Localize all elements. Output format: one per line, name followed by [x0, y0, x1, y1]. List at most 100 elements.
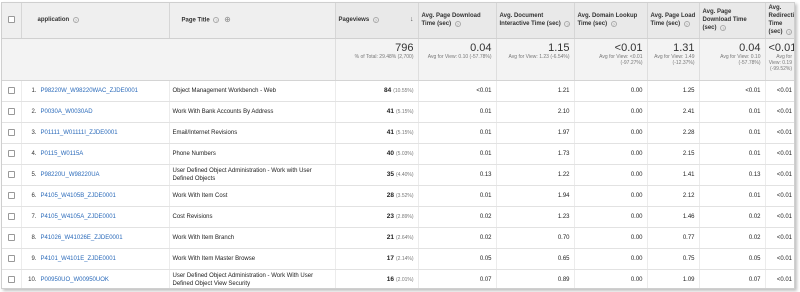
sort-descending-icon[interactable]: ↓	[410, 16, 414, 24]
application-link[interactable]: P01111_W01111I_ZJDE0001	[41, 130, 118, 136]
pageviews-value: 28	[386, 192, 394, 199]
avg-document-interactive-cell: 1.22	[496, 164, 575, 186]
pageviews-cell: 35 (4.40%)	[335, 164, 419, 186]
application-link[interactable]: P41026_W41026E_ZJDE0001	[41, 235, 123, 241]
column-application[interactable]: application ?	[21, 3, 170, 39]
avg-page-download-2-cell: 0.02	[699, 206, 766, 228]
application-link[interactable]: P00950UO_W00950UOK	[41, 277, 109, 283]
help-icon[interactable]: ?	[454, 20, 461, 27]
column-avg-redirection[interactable]: Avg. Redirection Time (sec) ?	[765, 3, 794, 39]
help-icon[interactable]: ?	[564, 20, 571, 27]
row-index: 9.	[31, 255, 37, 262]
avg-domain-lookup-cell: 0.00	[574, 122, 648, 144]
row-checkbox[interactable]	[7, 254, 15, 262]
pageviews-value: 41	[386, 108, 394, 115]
application-link[interactable]: P0030A_W0030AD	[41, 109, 93, 115]
row-select-cell	[2, 185, 22, 207]
row-checkbox[interactable]	[7, 233, 15, 241]
select-all-checkbox[interactable]	[7, 16, 15, 24]
avg-domain-lookup-cell: 0.00	[574, 248, 648, 270]
row-index: 3.	[31, 129, 37, 136]
total-avg-redirection: <0.01 Avg for View: 0.19 (-99.52%)	[765, 38, 794, 81]
pageviews-percent: (2.14%)	[395, 256, 414, 262]
total-value: 0.04	[470, 41, 492, 54]
table-row: 5. P98220U_W98220UA User Defined Object A…	[2, 164, 794, 186]
column-label: Avg. Document Interactive Time (sec)	[499, 13, 561, 28]
avg-page-load-cell: 1.09	[647, 269, 700, 288]
pageviews-cell: 17 (2.14%)	[335, 248, 419, 270]
row-index: 5.	[31, 171, 37, 178]
row-checkbox[interactable]	[7, 275, 15, 283]
column-avg-page-load[interactable]: Avg. Page Load Time (sec) ?	[647, 3, 700, 39]
total-value: 796	[395, 41, 414, 54]
help-icon[interactable]: ?	[213, 16, 220, 23]
avg-redirection-cell: <0.01	[765, 80, 794, 102]
avg-domain-lookup-cell: 0.00	[574, 164, 648, 186]
pageviews-value: 17	[386, 255, 394, 262]
row-index: 6.	[31, 192, 37, 199]
application-link[interactable]: P98220W_W98220WAC_ZJDE0001	[41, 88, 139, 94]
help-icon[interactable]: ?	[720, 24, 727, 31]
application-cell: 10. P00950UO_W00950UOK	[21, 269, 170, 288]
avg-document-interactive-cell: 0.89	[496, 269, 575, 288]
column-page-title[interactable]: Page Title ? ⊕	[169, 3, 336, 39]
column-avg-page-download[interactable]: Avg. Page Download Time (sec) ?	[418, 3, 497, 39]
application-link[interactable]: P4105_W4105A_ZJDE0001	[41, 214, 116, 220]
page-title-cell: User Defined Object Administration - Wor…	[169, 269, 336, 288]
avg-page-load-cell: 2.15	[647, 143, 700, 165]
pageviews-percent: (2.01%)	[395, 277, 414, 283]
avg-redirection-cell: <0.01	[765, 269, 794, 288]
avg-document-interactive-cell: 1.97	[496, 122, 575, 144]
avg-page-download-2-cell: 0.01	[699, 101, 766, 123]
avg-redirection-cell: <0.01	[765, 185, 794, 207]
avg-page-download-cell: <0.01	[418, 80, 497, 102]
row-checkbox[interactable]	[7, 212, 15, 220]
avg-document-interactive-cell: 1.73	[496, 143, 575, 165]
table-row: 7. P4105_W4105A_ZJDE0001 Cost Revisions 2…	[2, 206, 794, 228]
pageviews-percent: (10.55%)	[393, 88, 414, 94]
avg-page-download-cell: 0.01	[418, 101, 497, 123]
help-icon[interactable]: ?	[610, 20, 617, 27]
avg-redirection-cell: <0.01	[765, 143, 794, 165]
total-avg-page-load: 1.31 Avg for View: 1.49 (-12.37%)	[647, 38, 700, 81]
row-index: 2.	[31, 108, 37, 115]
application-link[interactable]: P4105_W4105B_ZJDE0001	[41, 193, 116, 199]
column-pageviews[interactable]: Pageviews ? ↓	[335, 3, 419, 39]
column-label: application	[37, 17, 70, 24]
total-value: 0.04	[739, 41, 761, 54]
page-title-cell: Work With Bank Accounts By Address	[169, 101, 336, 123]
row-checkbox[interactable]	[7, 149, 15, 157]
application-link[interactable]: P4101_W4101E_ZJDE0001	[41, 256, 116, 262]
help-icon[interactable]: ?	[683, 20, 690, 27]
help-icon[interactable]: ?	[786, 28, 793, 35]
avg-domain-lookup-cell: 0.00	[574, 206, 648, 228]
pageviews-value: 40	[386, 150, 394, 157]
avg-domain-lookup-cell: 0.00	[574, 80, 648, 102]
row-select-cell	[2, 227, 22, 249]
column-avg-domain-lookup[interactable]: Avg. Domain Lookup Time (sec) ?	[574, 3, 648, 39]
pageviews-cell: 23 (2.89%)	[335, 206, 419, 228]
row-checkbox[interactable]	[7, 107, 15, 115]
total-avg-document-interactive: 1.15 Avg for View: 1.23 (-6.54%)	[496, 38, 575, 81]
table-row: 3. P01111_W01111I_ZJDE0001 Email/Internet…	[2, 122, 794, 144]
column-label: Avg. Domain Lookup Time (sec)	[577, 13, 638, 28]
add-secondary-dimension-icon[interactable]: ⊕	[224, 15, 231, 24]
pageviews-cell: 28 (3.52%)	[335, 185, 419, 207]
application-link[interactable]: P98220U_W98220UA	[41, 172, 100, 178]
pageviews-percent: (2.64%)	[395, 235, 414, 241]
row-checkbox[interactable]	[7, 191, 15, 199]
avg-domain-lookup-cell: 0.00	[574, 185, 648, 207]
avg-document-interactive-cell: 0.65	[496, 248, 575, 270]
application-link[interactable]: P0115_W0115A	[41, 151, 84, 157]
help-icon[interactable]: ?	[72, 16, 79, 23]
row-checkbox[interactable]	[7, 86, 15, 94]
avg-page-download-2-cell: 0.07	[699, 269, 766, 288]
table-row: 2. P0030A_W0030AD Work With Bank Accounts…	[2, 101, 794, 123]
report-table-frame: application ? Page Title ? ⊕ Pageviews ?…	[1, 2, 795, 289]
column-avg-document-interactive[interactable]: Avg. Document Interactive Time (sec) ?	[496, 3, 575, 39]
column-avg-page-download-2[interactable]: Avg. Page Download Time (sec) ?	[699, 3, 766, 39]
totals-label-cell	[2, 38, 336, 81]
row-checkbox[interactable]	[7, 170, 15, 178]
help-icon[interactable]: ?	[372, 16, 379, 23]
row-checkbox[interactable]	[7, 128, 15, 136]
